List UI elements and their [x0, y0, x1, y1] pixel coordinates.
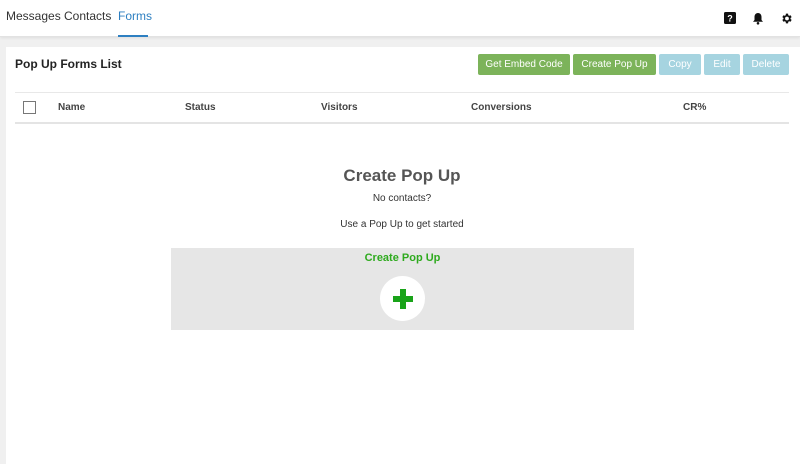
tab-forms[interactable]: Forms	[118, 0, 152, 37]
table-header: Name Status Visitors Conversions CR%	[15, 92, 789, 124]
column-header-status[interactable]: Status	[185, 102, 216, 113]
help-icon[interactable]: ?	[722, 10, 738, 26]
select-all-checkbox[interactable]	[23, 101, 36, 114]
column-header-cr[interactable]: CR%	[683, 102, 706, 113]
page-title: Pop Up Forms List	[15, 57, 122, 71]
get-embed-code-button[interactable]: Get Embed Code	[478, 54, 570, 75]
create-pop-up-button[interactable]: Create Pop Up	[573, 54, 656, 75]
bell-icon[interactable]	[750, 10, 766, 26]
top-navigation: Messages Contacts Forms ?	[0, 0, 800, 37]
pop-up-forms-panel: Pop Up Forms List Get Embed Code Create …	[6, 47, 800, 464]
column-header-conversions[interactable]: Conversions	[471, 102, 532, 113]
tab-messages[interactable]: Messages	[6, 0, 61, 37]
create-pop-up-card-label: Create Pop Up	[364, 252, 441, 264]
plus-icon	[392, 288, 413, 309]
tab-contacts[interactable]: Contacts	[64, 0, 111, 37]
add-button[interactable]	[380, 276, 425, 321]
empty-state-subtitle: No contacts?	[372, 193, 432, 204]
empty-state-title: Create Pop Up	[343, 166, 461, 185]
copy-button[interactable]: Copy	[659, 54, 701, 75]
column-header-name[interactable]: Name	[58, 102, 85, 113]
svg-text:?: ?	[727, 14, 733, 24]
gear-icon[interactable]	[778, 10, 794, 26]
create-pop-up-card[interactable]: Create Pop Up	[171, 248, 634, 330]
column-header-visitors[interactable]: Visitors	[321, 102, 358, 113]
delete-button[interactable]: Delete	[743, 54, 789, 75]
empty-state-hint: Use a Pop Up to get started	[340, 219, 464, 230]
edit-button[interactable]: Edit	[704, 54, 740, 75]
